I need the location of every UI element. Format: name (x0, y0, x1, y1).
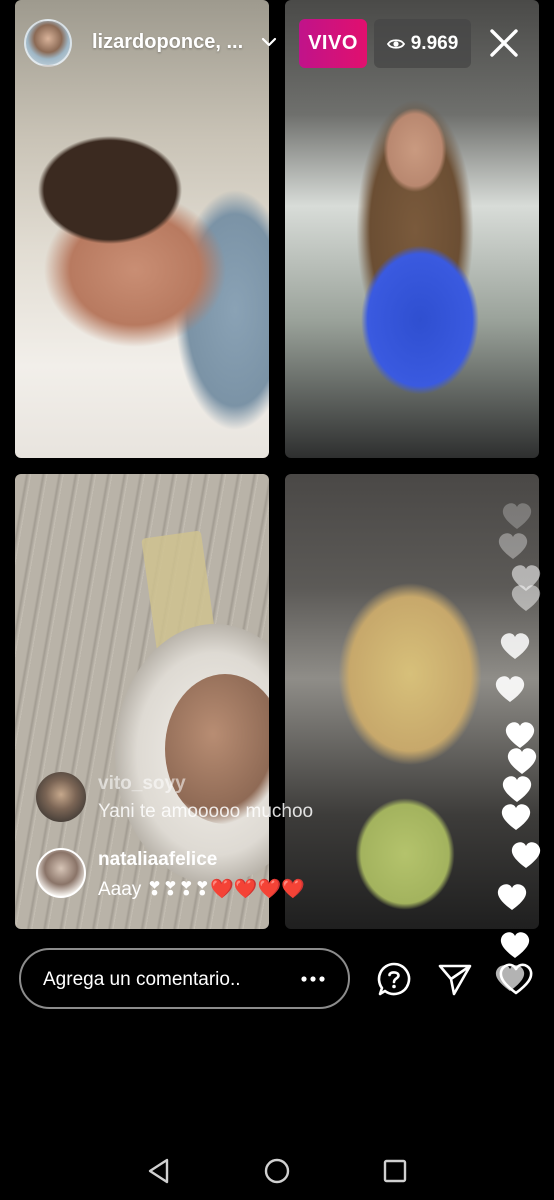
comment-avatar[interactable] (36, 848, 86, 898)
comment-input[interactable] (43, 968, 283, 992)
heart-icon[interactable] (498, 961, 534, 997)
floating-heart-icon (511, 842, 541, 868)
floating-heart-icon (497, 884, 527, 910)
floating-heart-icon (507, 748, 537, 774)
comment-username[interactable]: nataliaafelice (98, 849, 217, 871)
floating-heart-icon (502, 776, 532, 802)
home-icon[interactable] (263, 1157, 291, 1185)
video-tile-host[interactable] (15, 0, 269, 458)
floating-heart-icon (500, 932, 530, 958)
send-icon[interactable] (437, 961, 473, 997)
recents-icon[interactable] (381, 1157, 409, 1185)
back-icon[interactable] (145, 1157, 173, 1185)
floating-heart-icon (502, 503, 532, 529)
floating-heart-icon (498, 533, 528, 559)
live-badge: VIVO (299, 19, 367, 68)
comment-text: Yani te amooooo muchoo (98, 801, 314, 822)
comment-composer[interactable] (19, 948, 350, 1009)
comment-avatar[interactable] (36, 772, 86, 822)
close-icon[interactable] (488, 27, 520, 59)
live-badge-label: VIVO (308, 32, 358, 54)
host-name[interactable]: lizardoponce, ... (92, 31, 243, 54)
floating-heart-icon (495, 676, 525, 702)
floating-heart-icon (511, 585, 541, 611)
floating-heart-icon (500, 633, 530, 659)
floating-heart-icon (501, 804, 531, 830)
more-icon[interactable] (300, 966, 326, 992)
video-tile-guest-1[interactable] (285, 0, 539, 458)
question-icon[interactable] (376, 961, 412, 997)
comment-text: Aaay ❣❣❣❣❤️❤️❤️❤️ (98, 879, 305, 900)
host-avatar[interactable] (24, 19, 72, 67)
eye-icon (386, 38, 405, 49)
viewer-count-badge[interactable]: 9.969 (374, 19, 471, 68)
comment-username[interactable]: vito_soyy (98, 773, 186, 795)
chevron-down-icon[interactable] (259, 34, 279, 50)
viewer-count: 9.969 (410, 32, 459, 54)
